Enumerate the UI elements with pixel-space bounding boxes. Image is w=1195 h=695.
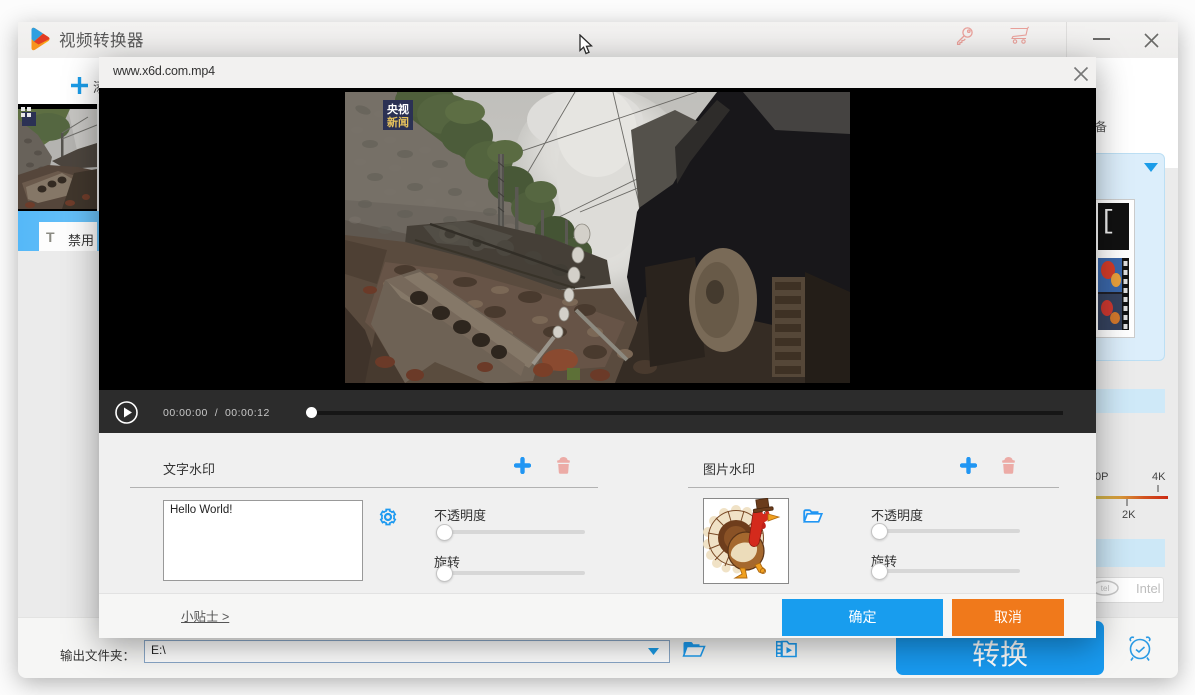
svg-text:央视: 央视 [387, 102, 409, 116]
svg-text:新闻: 新闻 [387, 115, 409, 129]
svg-text:tel: tel [1101, 584, 1110, 593]
